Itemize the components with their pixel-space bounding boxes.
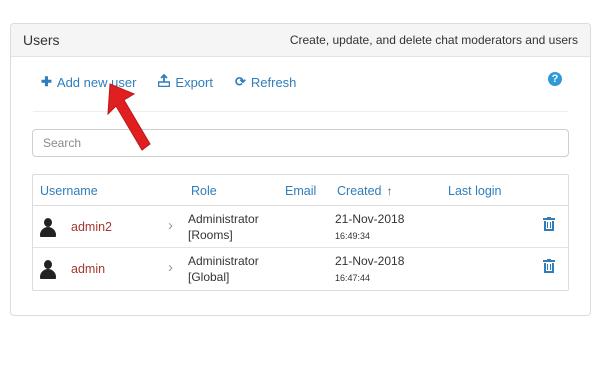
role-cell: Administrator [Rooms]	[188, 211, 259, 243]
user-avatar-icon	[39, 218, 57, 238]
username-link[interactable]: admin2	[71, 220, 112, 234]
column-email[interactable]: Email	[285, 184, 316, 198]
column-role[interactable]: Role	[191, 184, 217, 198]
column-last-login[interactable]: Last login	[448, 184, 502, 198]
column-username[interactable]: Username	[40, 184, 98, 198]
export-label: Export	[175, 74, 213, 90]
created-date: 21-Nov-2018	[335, 212, 405, 226]
user-avatar-icon	[39, 260, 57, 280]
panel-title: Users	[23, 32, 60, 48]
role-cell: Administrator [Global]	[188, 253, 259, 285]
column-created[interactable]: Created ↑	[337, 184, 392, 198]
toolbar: ✚ Add new user Export ⟳ Refresh	[41, 72, 318, 92]
role-scope: [Rooms]	[188, 228, 233, 242]
chevron-right-icon[interactable]: ›	[168, 217, 173, 234]
users-panel: Users Create, update, and delete chat mo…	[10, 23, 591, 316]
chevron-right-icon[interactable]: ›	[168, 259, 173, 276]
refresh-label: Refresh	[250, 74, 297, 90]
plus-icon: ✚	[41, 74, 52, 89]
created-cell: 21-Nov-2018 16:49:34	[335, 211, 404, 244]
panel-header: Users Create, update, and delete chat mo…	[11, 24, 590, 57]
role-name: Administrator	[188, 254, 259, 268]
created-time: 16:47:44	[335, 273, 371, 283]
export-icon	[158, 73, 171, 90]
refresh-icon: ⟳	[234, 74, 246, 89]
table-row[interactable]: admin › Administrator [Global] 21-Nov-20…	[33, 248, 568, 290]
sort-ascending-icon: ↑	[386, 184, 393, 198]
created-cell: 21-Nov-2018 16:47:44	[335, 253, 404, 286]
annotation-arrow-icon	[107, 83, 151, 151]
users-table: Username Role Email Created ↑ Last login …	[32, 174, 569, 291]
trash-icon[interactable]	[543, 217, 555, 231]
role-scope: [Global]	[188, 270, 230, 284]
table-row[interactable]: admin2 › Administrator [Rooms] 21-Nov-20…	[33, 206, 568, 248]
column-created-label: Created	[337, 184, 382, 198]
trash-icon[interactable]	[543, 259, 555, 273]
username-link[interactable]: admin	[71, 262, 105, 276]
created-time: 16:49:34	[335, 231, 371, 241]
role-name: Administrator	[188, 212, 259, 226]
export-button[interactable]: Export	[158, 73, 213, 90]
created-date: 21-Nov-2018	[335, 254, 405, 268]
panel-subtitle: Create, update, and delete chat moderato…	[289, 33, 578, 47]
refresh-button[interactable]: ⟳ Refresh	[235, 74, 296, 90]
table-header: Username Role Email Created ↑ Last login	[33, 175, 568, 206]
question-circle-icon[interactable]: ?	[548, 72, 562, 86]
